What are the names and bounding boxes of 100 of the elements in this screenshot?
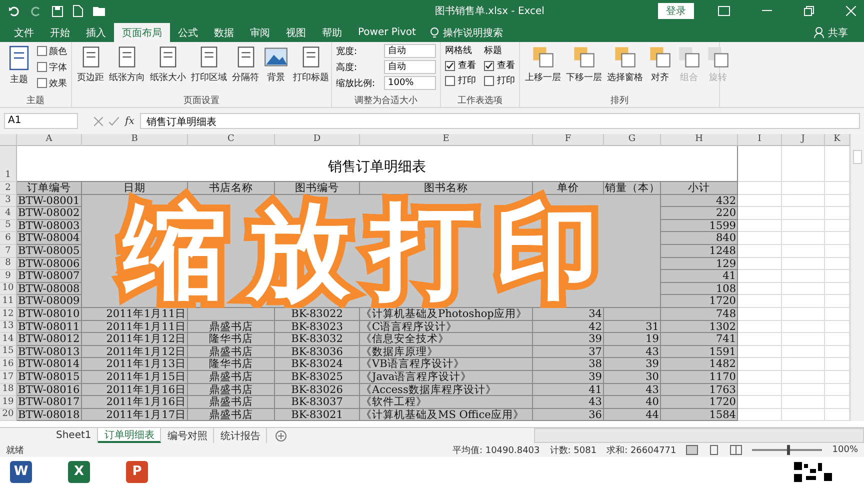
- row-header[interactable]: 16: [0, 358, 17, 371]
- row-header[interactable]: 1: [0, 146, 17, 182]
- table-cell: 2011年1月13日: [82, 358, 188, 371]
- column-header[interactable]: J: [782, 134, 825, 146]
- column-header[interactable]: I: [738, 134, 782, 146]
- name-box[interactable]: A1: [4, 113, 78, 129]
- cancel-icon[interactable]: [94, 116, 103, 126]
- undo-icon[interactable]: [8, 5, 20, 17]
- ribbon-tab[interactable]: 帮助: [314, 23, 350, 42]
- zoom-thumb[interactable]: [787, 445, 790, 456]
- scale-field[interactable]: 100%: [384, 76, 436, 90]
- row-header[interactable]: 4: [0, 207, 17, 220]
- row-header[interactable]: 3: [0, 194, 17, 208]
- column-header[interactable]: F: [533, 134, 604, 146]
- ribbon-tab[interactable]: 审阅: [242, 23, 278, 42]
- share-button[interactable]: 共享: [808, 23, 854, 42]
- arrange-button[interactable]: 对齐: [647, 44, 673, 85]
- row-header[interactable]: 13: [0, 320, 17, 334]
- vertical-scrollbar[interactable]: [850, 134, 864, 422]
- row-header[interactable]: 12: [0, 308, 17, 321]
- page-layout-icon[interactable]: [708, 445, 720, 456]
- app-icon[interactable]: X: [68, 460, 90, 483]
- close-icon[interactable]: [846, 6, 856, 16]
- horizontal-scrollbar[interactable]: [534, 428, 864, 444]
- sign-in-button[interactable]: 登录: [658, 3, 694, 19]
- zoom-level[interactable]: 100%: [832, 445, 858, 456]
- row-header[interactable]: 7: [0, 244, 17, 258]
- row-header[interactable]: 2: [0, 182, 17, 195]
- arrange-button[interactable]: 上移一层: [524, 44, 562, 85]
- scale-field[interactable]: 自动: [384, 60, 436, 74]
- add-sheet-icon[interactable]: [275, 430, 288, 442]
- ribbon-tab[interactable]: 页面布局: [114, 23, 170, 42]
- enter-icon[interactable]: [109, 116, 119, 126]
- page-break-icon[interactable]: [730, 445, 742, 456]
- column-header[interactable]: D: [275, 134, 360, 146]
- scale-field[interactable]: 自动: [384, 44, 436, 58]
- save-icon[interactable]: [52, 6, 63, 16]
- checkbox-label: 查看: [497, 60, 515, 72]
- ribbon-tab[interactable]: Power Pivot: [350, 23, 424, 42]
- theme-option-button[interactable]: 字体: [37, 60, 67, 74]
- minimize-icon[interactable]: [762, 10, 772, 12]
- row-header[interactable]: 10: [0, 282, 17, 296]
- checkbox[interactable]: [445, 60, 455, 70]
- table-cell: BTW-08009: [17, 295, 82, 308]
- ribbon-tab[interactable]: 数据: [206, 23, 242, 42]
- ribbon-tab[interactable]: 开始: [42, 23, 78, 42]
- themes-button[interactable]: 主题: [4, 44, 34, 87]
- column-header[interactable]: K: [825, 134, 850, 146]
- column-header[interactable]: C: [188, 134, 275, 146]
- arrange-button[interactable]: 下移一层: [565, 44, 603, 85]
- theme-option-button[interactable]: 效果: [37, 76, 67, 90]
- tell-me-search[interactable]: 操作说明搜索: [424, 23, 509, 42]
- formula-input[interactable]: 销售订单明细表: [140, 113, 860, 129]
- row-header[interactable]: 19: [0, 396, 17, 409]
- scrollbar-thumb[interactable]: [853, 150, 862, 164]
- ribbon-tab[interactable]: 文件: [6, 23, 42, 42]
- sheet-tab[interactable]: 订单明细表: [98, 428, 162, 444]
- insert-function-button[interactable]: fx: [125, 116, 134, 126]
- row-header[interactable]: 20: [0, 408, 17, 422]
- layers-icon: [613, 45, 637, 69]
- app-icon[interactable]: P: [126, 460, 148, 483]
- page-setup-button[interactable]: 纸张方向: [108, 44, 146, 85]
- column-header[interactable]: A: [17, 134, 82, 146]
- table-cell: 《数据库原理》: [360, 346, 533, 358]
- page-setup-button[interactable]: 打印区域: [190, 44, 228, 85]
- row-header[interactable]: 9: [0, 270, 17, 283]
- row-header[interactable]: 15: [0, 346, 17, 358]
- page-setup-button[interactable]: 打印标题: [292, 44, 330, 85]
- row-header[interactable]: 11: [0, 295, 17, 308]
- theme-option-button[interactable]: 颜色: [37, 44, 67, 58]
- column-header[interactable]: H: [661, 134, 738, 146]
- table-cell: 41: [661, 270, 738, 283]
- arrange-button[interactable]: 选择窗格: [606, 44, 644, 85]
- row-header[interactable]: 6: [0, 232, 17, 245]
- column-header[interactable]: B: [82, 134, 188, 146]
- ribbon-tab[interactable]: 插入: [78, 23, 114, 42]
- swatch-icon: [37, 62, 47, 72]
- column-header[interactable]: G: [604, 134, 661, 146]
- folder-icon[interactable]: [93, 6, 105, 16]
- row-header[interactable]: 18: [0, 384, 17, 396]
- ribbon-display-icon[interactable]: [718, 6, 730, 16]
- ribbon-tab[interactable]: 视图: [278, 23, 314, 42]
- row-header[interactable]: 5: [0, 220, 17, 232]
- restore-icon[interactable]: [804, 6, 814, 16]
- checkbox[interactable]: [484, 60, 494, 70]
- checkbox[interactable]: [445, 76, 455, 86]
- column-header[interactable]: E: [360, 134, 533, 146]
- app-icon[interactable]: W: [10, 460, 32, 483]
- row-header[interactable]: 14: [0, 333, 17, 346]
- row-header[interactable]: 17: [0, 370, 17, 384]
- new-file-icon[interactable]: [73, 5, 83, 17]
- page-setup-button[interactable]: 背景: [263, 44, 289, 85]
- page-setup-button[interactable]: 页边距: [76, 44, 105, 85]
- checkbox[interactable]: [484, 76, 494, 86]
- row-header[interactable]: 8: [0, 258, 17, 270]
- redo-icon[interactable]: [30, 5, 42, 17]
- ribbon-tab[interactable]: 公式: [170, 23, 206, 42]
- page-setup-button[interactable]: 分隔符: [231, 44, 260, 85]
- page-setup-button[interactable]: 纸张大小: [149, 44, 187, 85]
- normal-view-icon[interactable]: [686, 445, 698, 456]
